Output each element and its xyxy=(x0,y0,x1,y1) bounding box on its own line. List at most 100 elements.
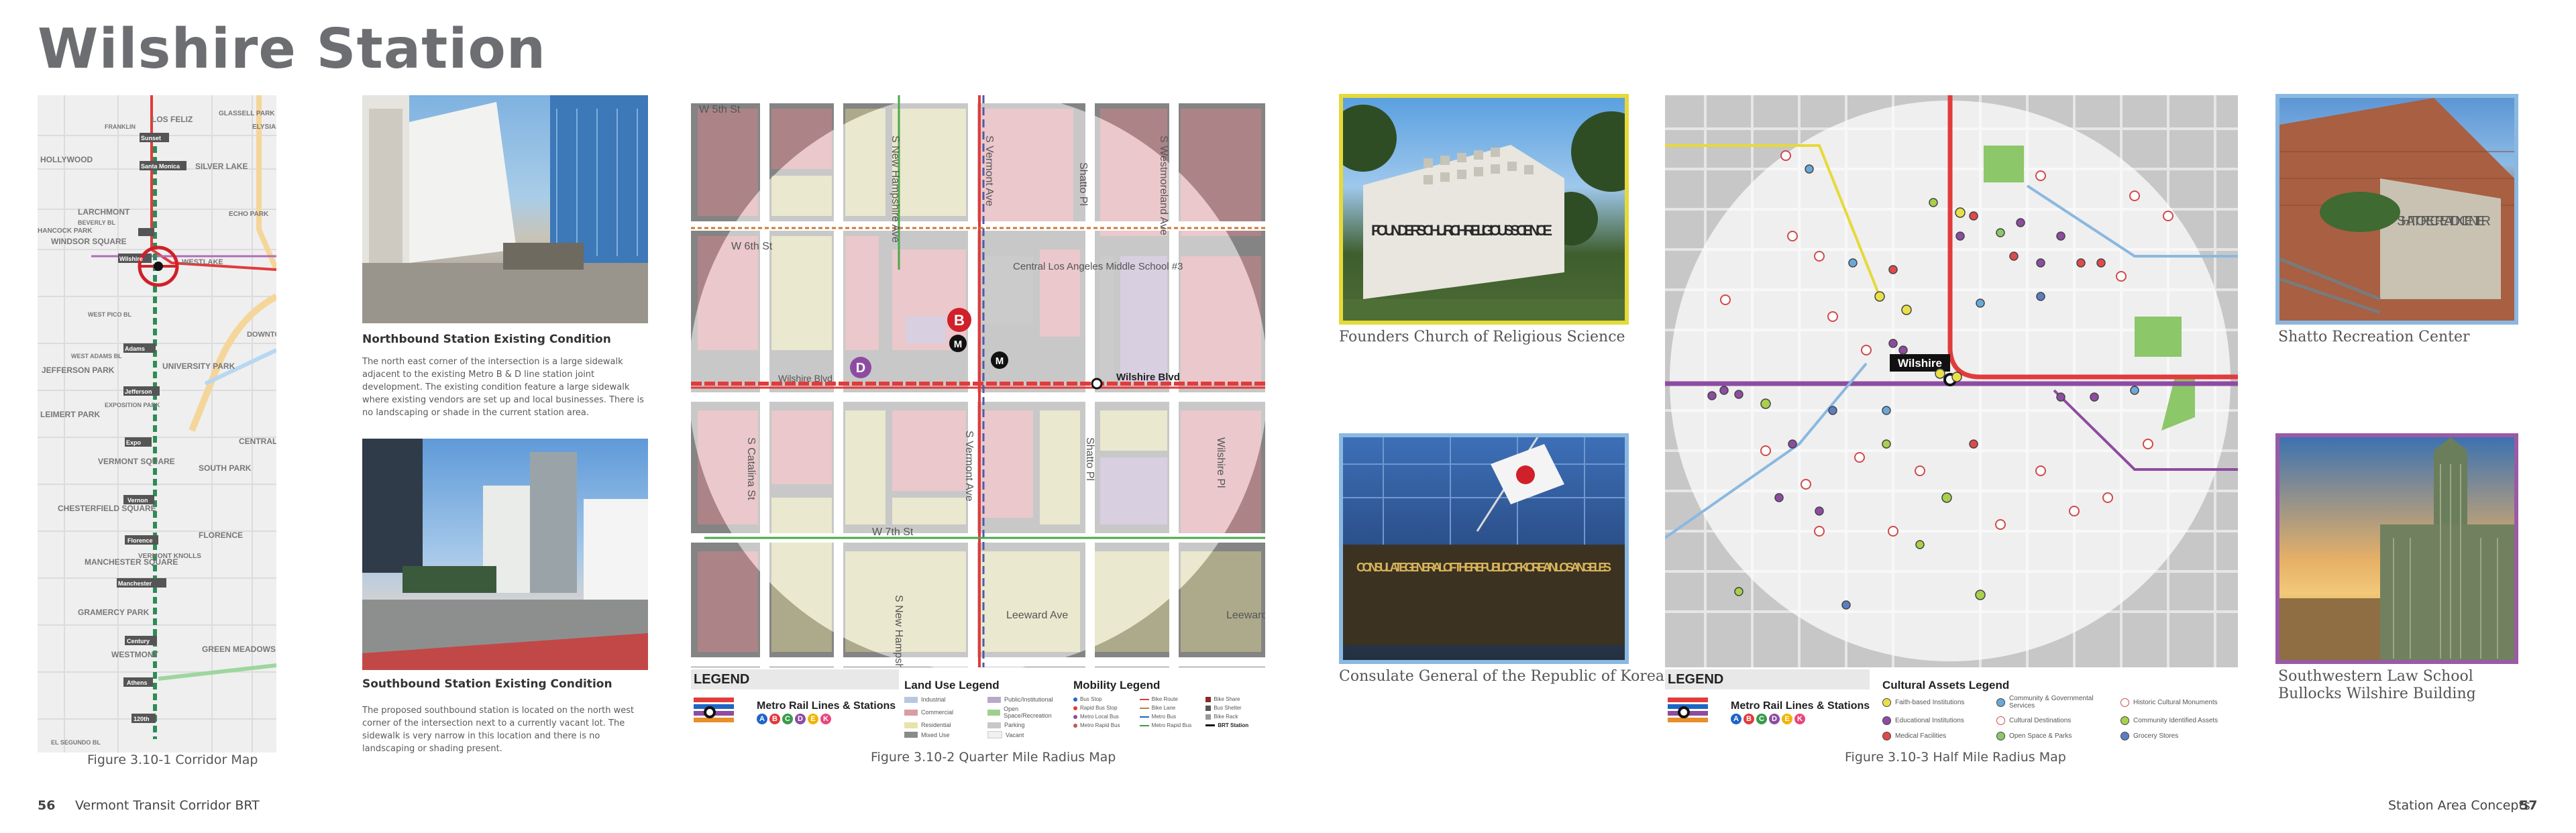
northbound-photo xyxy=(362,95,648,323)
street-label: Shatto Pl xyxy=(1084,437,1095,481)
line-badge-k: K xyxy=(820,714,831,724)
map-label: BEVERLY BL xyxy=(78,219,116,226)
map-label: WESTMONT xyxy=(111,650,159,659)
street-label: Wilshire Pl xyxy=(1215,437,1226,488)
land-use-legend-title: Land Use Legend xyxy=(904,679,1000,691)
shatto-caption: Shatto Recreation Center xyxy=(2278,329,2470,345)
map-label: EL SEGUNDO BL xyxy=(51,739,101,746)
right-page-number: 57 xyxy=(2520,798,2538,813)
legend-item: Bike Share xyxy=(1205,696,1268,702)
map-label: WINDSOR SQUARE xyxy=(51,237,127,246)
quarter-mile-map: B D M M W 5th St S New Hampshire Ave S V… xyxy=(691,95,1265,667)
line-badge-a: A xyxy=(757,714,767,724)
legend-item: Faith-based Institutions xyxy=(1882,695,1996,710)
consulate-graphic: CONSULATE GENERAL OF THE REPUBLIC OF KOR… xyxy=(1343,437,1625,645)
metro-d-marker: D xyxy=(856,361,865,376)
line-badge-k: K xyxy=(1794,714,1805,724)
map-label: Sunset xyxy=(141,135,161,142)
mobility-legend-title: Mobility Legend xyxy=(1073,679,1161,691)
half-metro-line-badges: A B C D E K xyxy=(1731,714,1805,724)
street-label: W 6th St xyxy=(731,241,773,252)
founders-church-graphic: FOUNDER'S CHURCH RELIGIOUS SCIENCE xyxy=(1343,105,1625,321)
map-label: DOWNTOWN xyxy=(247,331,276,339)
map-label: CENTRAL-A xyxy=(239,437,276,446)
southwestern-law-photo xyxy=(2275,433,2518,664)
map-label: ELYSIAN VALLEY xyxy=(252,123,276,131)
line-badge-c: C xyxy=(782,714,793,724)
legend-item: Industrial xyxy=(904,696,982,703)
northbound-text: The north east corner of the intersectio… xyxy=(362,357,644,418)
map-label: GREEN MEADOWS xyxy=(202,645,276,654)
half-mile-map: Wilshire xyxy=(1665,95,2238,667)
map-label: EXPOSITION PARK xyxy=(105,402,160,408)
map-label: CHESTERFIELD SQUARE xyxy=(58,504,156,513)
map-label: Santa Monica xyxy=(141,163,180,170)
founders-sign-text: FOUNDER'S CHURCH RELIGIOUS SCIENCE xyxy=(1371,222,1552,239)
legend-item: Grocery Stores xyxy=(2121,732,2238,740)
quarter-legend-title: LEGEND xyxy=(694,672,750,687)
map-label: GRAMERCY PARK xyxy=(78,608,150,617)
legend-item: BRT Station xyxy=(1205,722,1268,728)
map-label: SILVER LAKE xyxy=(195,162,248,171)
figure-caption: Figure 3.10-2 Quarter Mile Radius Map xyxy=(871,750,1116,765)
school-label: Central Los Angeles Middle School #3 xyxy=(1013,261,1183,272)
map-label: GLASSELL PARK xyxy=(219,110,275,117)
map-label: VERMONT SQUARE xyxy=(98,457,175,466)
half-mile-map-graphic: Wilshire xyxy=(1665,95,2238,667)
legend-item: Rapid Bus Stop xyxy=(1073,705,1136,711)
legend-item: Public/Institutional xyxy=(987,696,1065,703)
legend-item: Mixed Use xyxy=(904,731,982,738)
legend-item: Open Space/Recreation xyxy=(987,706,1065,719)
map-label: ECHO PARK xyxy=(229,211,269,218)
street-label: S Vermont Ave xyxy=(963,431,975,502)
left-running-head: Vermont Transit Corridor BRT xyxy=(75,798,260,813)
corridor-map-graphic: LOS FELIZ FRANKLIN HOLLYWOOD Sunset Sant… xyxy=(38,95,276,753)
street-label: Leeward Ave xyxy=(1226,610,1265,621)
map-label: Jefferson xyxy=(125,388,152,395)
map-label: Vernon xyxy=(127,497,148,504)
line-badge-d: D xyxy=(1769,714,1780,724)
legend-item: Bike Lane xyxy=(1139,705,1202,711)
legend-item: Bike Rack xyxy=(1205,714,1268,720)
line-badge-b: B xyxy=(1743,714,1754,724)
northbound-heading: Northbound Station Existing Condition xyxy=(362,333,611,346)
legend-item: Bus Stop xyxy=(1073,696,1136,702)
southwestern-law-caption-1: Southwestern Law School xyxy=(2278,668,2473,685)
legend-item: Residential xyxy=(904,722,982,728)
half-metro-title: Metro Rail Lines & Stations xyxy=(1731,700,1870,712)
map-label: JEFFERSON PARK xyxy=(42,366,115,375)
street-label: Leeward Ave xyxy=(1006,610,1068,621)
map-label: Adams xyxy=(125,345,145,352)
land-use-legend: Industrial Public/Institutional Commerci… xyxy=(904,696,1065,738)
wilshire-station-label: Wilshire xyxy=(1898,357,1942,370)
line-badge-e: E xyxy=(808,714,818,724)
street-label: Wilshire Blvd xyxy=(778,373,833,384)
line-badge-d: D xyxy=(795,714,806,724)
line-badge-a: A xyxy=(1731,714,1741,724)
legend-item: Historic Cultural Monuments xyxy=(2121,695,2238,710)
street-label: S New Hampshire Ave xyxy=(890,135,901,243)
legend-item: Community Identified Assets xyxy=(2121,716,2238,725)
legend-item: Bus Shelter xyxy=(1205,705,1268,711)
legend-item: Metro Bus xyxy=(1139,714,1202,720)
southbound-heading: Southbound Station Existing Condition xyxy=(362,677,612,691)
map-label: FRANKLIN xyxy=(105,123,136,130)
cultural-legend: Faith-based Institutions Community & Gov… xyxy=(1882,695,2238,740)
metro-m-marker: M xyxy=(996,355,1004,367)
legend-item: Bike Route xyxy=(1139,696,1202,702)
legend-item: Metro Rapid Bus xyxy=(1073,722,1136,728)
southbound-text: The proposed southbound station is locat… xyxy=(362,706,635,754)
map-label: Century xyxy=(127,638,150,645)
map-label: SOUTH PARK xyxy=(199,463,252,473)
quarter-mile-map-graphic: B D M M W 5th St S New Hampshire Ave S V… xyxy=(691,95,1265,667)
page-title: Wilshire Station xyxy=(38,17,547,81)
legend-item: Educational Institutions xyxy=(1882,716,1996,725)
street-label: S New Hampshire xyxy=(893,595,904,667)
metro-b-marker: B xyxy=(954,312,965,329)
southwestern-law-caption-2: Bullocks Wilshire Building xyxy=(2278,685,2476,702)
station-icon xyxy=(1678,706,1690,718)
map-label: LOS FELIZ xyxy=(152,115,193,124)
cultural-legend-title: Cultural Assets Legend xyxy=(1882,679,2010,691)
legend-item: Commercial xyxy=(904,706,982,719)
consulate-sign-text: CONSULATE GENERAL OF THE REPUBLIC OF KOR… xyxy=(1356,561,1611,574)
